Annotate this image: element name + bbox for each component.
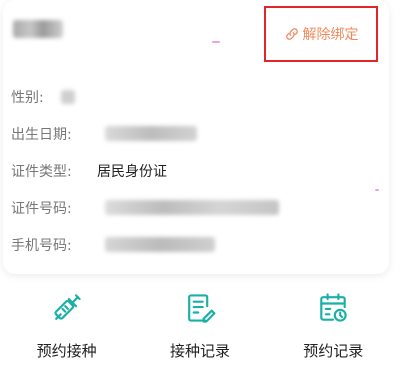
info-row-gender: 性别: — [11, 78, 379, 115]
book-vaccination-label: 预约接种 — [36, 342, 97, 360]
appointment-records-label: 预约记录 — [303, 342, 364, 360]
redacted-gender — [61, 89, 75, 104]
redacted-phone — [105, 237, 215, 252]
phone-label: 手机号码: — [11, 237, 72, 254]
info-row-id-number: 证件号码: — [11, 189, 379, 226]
document-edit-icon — [188, 294, 216, 323]
id-type-label: 证件类型: — [11, 163, 72, 180]
profile-card: 解除绑定 性别: 出生日期: 证件类型: 居民身份证 证件号码: 手机号码: — [3, 0, 389, 274]
info-row-birthdate: 出生日期: — [11, 115, 379, 152]
syringe-icon — [54, 294, 81, 320]
book-vaccination-button[interactable]: 预约接种 — [7, 282, 127, 361]
id-type-value: 居民身份证 — [97, 163, 167, 180]
action-bar: 预约接种 接种记录 预约记录 — [0, 282, 400, 372]
redacted-name — [13, 20, 63, 38]
info-row-id-type: 证件类型: 居民身份证 — [11, 152, 379, 189]
unbind-button[interactable]: 解除绑定 — [264, 6, 378, 62]
decorative-dot — [212, 41, 220, 43]
unbind-label: 解除绑定 — [302, 27, 359, 43]
decorative-dot — [375, 189, 379, 191]
birthdate-label: 出生日期: — [11, 126, 72, 143]
redacted-birthdate — [105, 126, 197, 141]
calendar-clock-icon — [320, 293, 347, 322]
vaccination-records-label: 接种记录 — [169, 342, 230, 360]
id-number-label: 证件号码: — [11, 200, 72, 217]
info-list: 性别: 出生日期: 证件类型: 居民身份证 证件号码: 手机号码: — [11, 78, 379, 263]
redacted-id-number — [105, 200, 279, 215]
vaccination-records-button[interactable]: 接种记录 — [140, 282, 260, 361]
gender-label: 性别: — [11, 89, 44, 106]
appointment-records-button[interactable]: 预约记录 — [273, 282, 393, 361]
user-name — [13, 18, 63, 40]
info-row-phone: 手机号码: — [11, 226, 379, 263]
link-icon — [285, 28, 298, 40]
